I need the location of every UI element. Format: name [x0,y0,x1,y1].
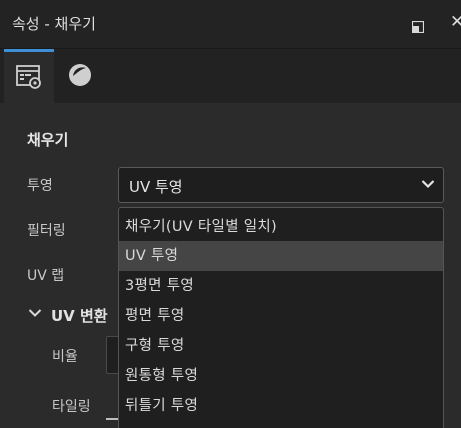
tab-material[interactable] [56,49,106,103]
title-bar: 속성 - 채우기 ✕ [0,0,461,49]
dock-icon[interactable] [411,18,425,34]
dropdown-option[interactable]: 평면 투영 [119,301,443,331]
tab-bar [0,49,461,103]
dropdown-option[interactable]: 3평면 투영 [119,271,443,301]
tiling-label: 타일링 [52,399,91,415]
fill-properties-icon [16,65,41,89]
close-icon[interactable]: ✕ [450,12,461,32]
dropdown-option-selected[interactable]: UV 투영 [119,241,443,271]
uv-transform-label: UV 변환 [51,307,108,325]
tab-fill-properties[interactable] [4,49,54,103]
material-sphere-icon [69,64,91,86]
projection-label: 투영 [27,178,53,194]
section-title: 채우기 [27,131,69,149]
window-title: 속성 - 채우기 [12,15,96,33]
dropdown-option[interactable]: 채우기(UV 타일별 일치) [119,212,443,242]
dropdown-option[interactable]: 구형 투영 [119,331,443,361]
ratio-label: 비율 [52,349,78,365]
chevron-down-icon [28,309,42,317]
filtering-label: 필터링 [27,223,66,239]
dropdown-option[interactable]: 뒤틀기 투영 [119,391,443,421]
chevron-down-icon [421,180,435,189]
projection-dropdown-list: 채우기(UV 타일별 일치) UV 투영 3평면 투영 평면 투영 구형 투영 … [118,207,444,428]
dropdown-option[interactable]: 원통형 투영 [119,361,443,391]
projection-select[interactable]: UV 투영 [118,167,444,203]
projection-value: UV 투영 [129,178,183,196]
uv-wrap-label: UV 랩 [27,268,65,284]
